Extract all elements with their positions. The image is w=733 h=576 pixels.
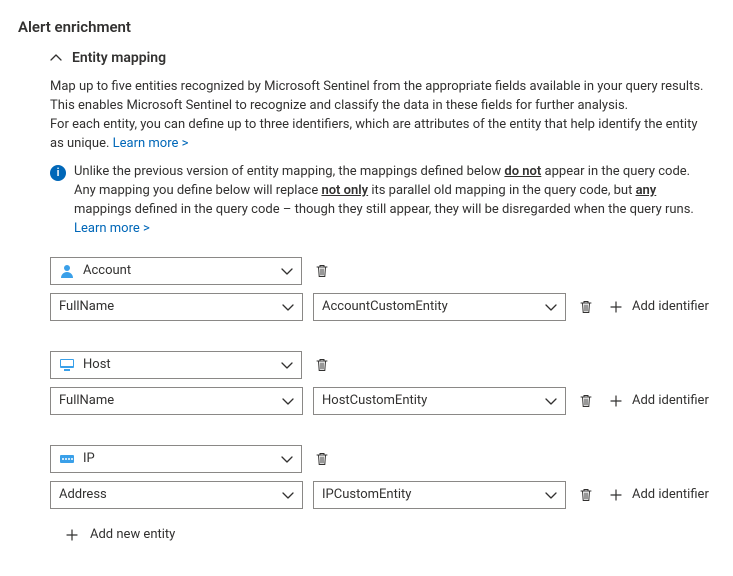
learn-more-link[interactable]: Learn more > bbox=[113, 136, 189, 151]
entity-type-label: Account bbox=[83, 263, 131, 278]
ip-icon bbox=[59, 451, 75, 467]
entity-type-label: Host bbox=[83, 357, 111, 372]
add-identifier-button[interactable]: Add identifier bbox=[606, 485, 709, 505]
identifier-value-select[interactable]: HostCustomEntity bbox=[313, 387, 566, 415]
chevron-down-icon bbox=[281, 265, 293, 277]
section-description: Map up to five entities recognized by Mi… bbox=[50, 78, 713, 153]
add-identifier-button[interactable]: Add identifier bbox=[606, 297, 709, 317]
chevron-down-icon bbox=[281, 453, 293, 465]
info-learn-more-link[interactable]: Learn more > bbox=[74, 221, 150, 236]
entity-type-select[interactable]: Account bbox=[50, 257, 302, 285]
entity-type-select[interactable]: Host bbox=[50, 351, 302, 379]
chevron-down-icon bbox=[282, 489, 294, 501]
plus-icon bbox=[606, 391, 626, 411]
identifier-attr-select[interactable]: FullName bbox=[50, 293, 303, 321]
chevron-down-icon bbox=[281, 359, 293, 371]
delete-entity-button[interactable] bbox=[312, 261, 332, 281]
entity-type-select[interactable]: IP bbox=[50, 445, 302, 473]
chevron-up-icon bbox=[50, 52, 62, 64]
identifier-value-select[interactable]: IPCustomEntity bbox=[313, 481, 566, 509]
info-banner: i Unlike the previous version of entity … bbox=[50, 163, 713, 238]
plus-icon bbox=[606, 297, 626, 317]
plus-icon bbox=[606, 485, 626, 505]
delete-identifier-button[interactable] bbox=[576, 297, 596, 317]
plus-icon bbox=[62, 525, 82, 545]
chevron-down-icon bbox=[545, 301, 557, 313]
page-title: Alert enrichment bbox=[18, 18, 723, 36]
host-icon bbox=[59, 357, 75, 373]
account-icon bbox=[59, 263, 75, 279]
chevron-down-icon bbox=[545, 395, 557, 407]
add-entity-button[interactable]: Add new entity bbox=[62, 525, 723, 545]
entity-block-account: Account FullName AccountCustomEntity bbox=[50, 257, 723, 321]
identifier-attr-select[interactable]: Address bbox=[50, 481, 303, 509]
chevron-down-icon bbox=[282, 301, 294, 313]
identifier-value-select[interactable]: AccountCustomEntity bbox=[313, 293, 566, 321]
section-title: Entity mapping bbox=[72, 50, 166, 66]
section-toggle[interactable]: Entity mapping bbox=[50, 50, 723, 66]
info-icon: i bbox=[50, 165, 66, 181]
chevron-down-icon bbox=[545, 489, 557, 501]
entity-block-ip: IP Address IPCustomEntity bbox=[50, 445, 723, 509]
delete-identifier-button[interactable] bbox=[576, 391, 596, 411]
delete-entity-button[interactable] bbox=[312, 449, 332, 469]
chevron-down-icon bbox=[282, 395, 294, 407]
delete-identifier-button[interactable] bbox=[576, 485, 596, 505]
identifier-attr-select[interactable]: FullName bbox=[50, 387, 303, 415]
add-identifier-button[interactable]: Add identifier bbox=[606, 391, 709, 411]
entity-type-label: IP bbox=[83, 451, 95, 466]
delete-entity-button[interactable] bbox=[312, 355, 332, 375]
entity-block-host: Host FullName HostCustomEntity bbox=[50, 351, 723, 415]
